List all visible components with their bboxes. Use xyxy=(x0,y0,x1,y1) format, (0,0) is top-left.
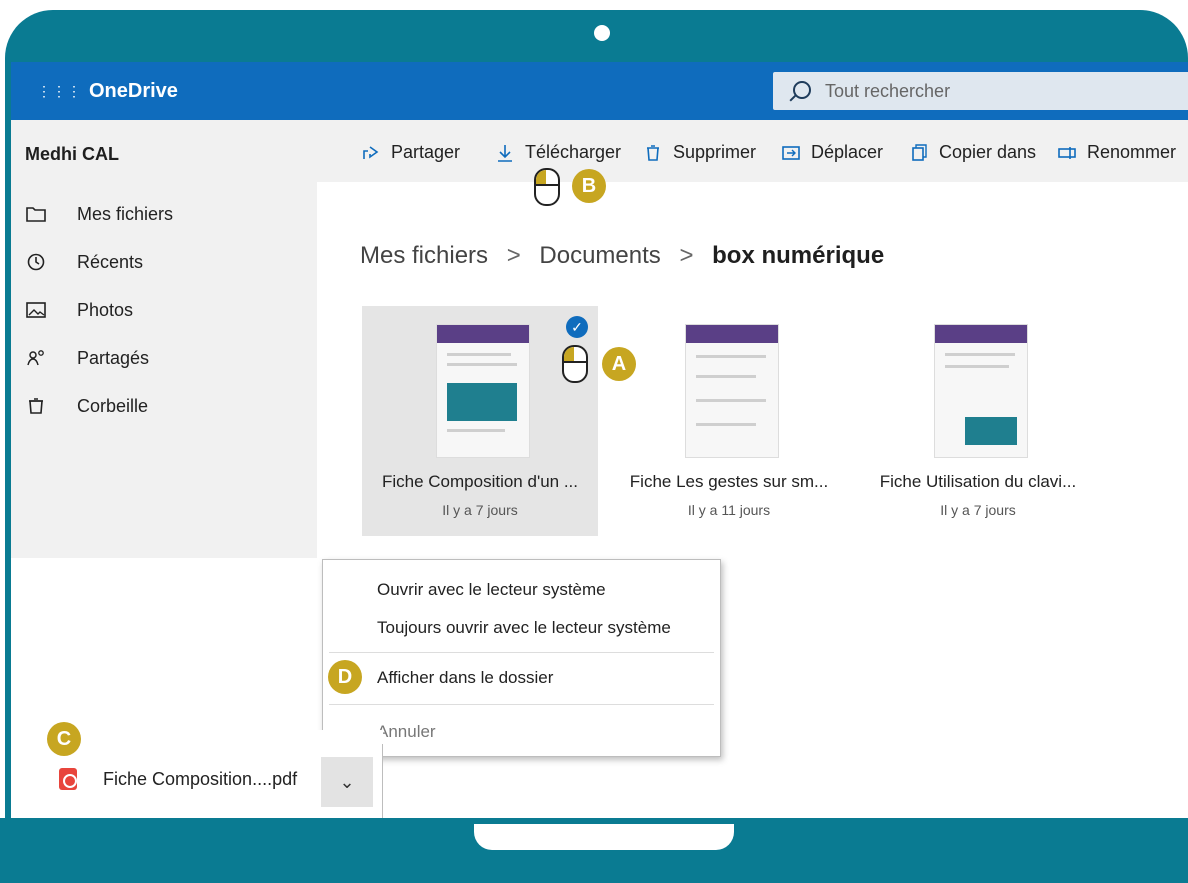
search-box[interactable]: Tout rechercher xyxy=(773,72,1188,110)
delete-button[interactable]: Supprimer xyxy=(643,142,756,163)
menu-cancel[interactable]: Annuler xyxy=(377,722,436,742)
sidebar-item-corbeille[interactable]: Corbeille xyxy=(11,382,317,430)
delete-label: Supprimer xyxy=(673,142,757,162)
thumbnail-header xyxy=(686,325,778,343)
laptop-notch xyxy=(474,824,734,850)
thumbnail-line xyxy=(945,365,1009,368)
download-label: Télécharger xyxy=(525,142,622,162)
menu-show-in-folder[interactable]: Afficher dans le dossier xyxy=(377,668,553,688)
thumbnail-block xyxy=(447,383,517,421)
thumbnail-line xyxy=(696,423,756,426)
sidebar-item-label: Corbeille xyxy=(77,395,149,416)
breadcrumb-item[interactable]: Mes fichiers xyxy=(360,242,488,269)
laptop-frame: ⋮⋮⋮ OneDrive Tout rechercher Medhi CAL M… xyxy=(0,0,1188,883)
checkmark-icon[interactable]: ✓ xyxy=(566,316,588,338)
image-icon xyxy=(25,300,47,320)
breadcrumb-separator: > xyxy=(679,242,694,269)
thumbnail-line xyxy=(945,353,1015,356)
share-icon xyxy=(361,144,383,162)
sidebar-item-mes-fichiers[interactable]: Mes fichiers xyxy=(11,190,317,238)
share-button[interactable]: Partager xyxy=(361,142,460,163)
downloaded-file-name: Fiche Composition....pdf xyxy=(103,768,298,789)
rename-icon xyxy=(1057,144,1079,162)
search-icon xyxy=(793,81,811,99)
download-options-button[interactable]: ⌄ xyxy=(321,757,373,807)
file-date: Il y a 11 jours xyxy=(687,502,771,518)
app-launcher-icon[interactable]: ⋮⋮⋮ xyxy=(37,82,81,100)
user-name: Medhi CAL xyxy=(25,144,119,164)
menu-open-system[interactable]: Ouvrir avec le lecteur système xyxy=(377,580,606,600)
camera-dot xyxy=(594,25,610,41)
badge-c: C xyxy=(47,722,81,756)
file-tile[interactable]: Fiche Les gestes sur sm... Il y a 11 jou… xyxy=(611,306,847,536)
breadcrumb-separator: > xyxy=(506,242,521,269)
thumbnail-line xyxy=(696,375,756,378)
sidebar-item-recents[interactable]: Récents xyxy=(11,238,317,286)
move-button[interactable]: Déplacer xyxy=(781,142,883,163)
sidebar-item-label: Partagés xyxy=(77,347,150,368)
delete-icon xyxy=(643,144,665,162)
pdf-icon xyxy=(59,768,77,790)
thumbnail-header xyxy=(437,325,529,343)
move-icon xyxy=(781,144,803,162)
rename-label: Renommer xyxy=(1087,142,1177,162)
file-name: Fiche Les gestes sur sm... xyxy=(629,472,829,491)
topbar: ⋮⋮⋮ OneDrive Tout rechercher xyxy=(11,62,1188,120)
thumbnail-line xyxy=(447,353,511,356)
people-icon xyxy=(25,348,47,368)
command-bar: Partager Télécharger Supprimer Déplacer … xyxy=(317,120,1188,182)
badge-a: A xyxy=(602,347,636,381)
breadcrumb-item[interactable]: Documents xyxy=(539,242,660,269)
sidebar-item-photos[interactable]: Photos xyxy=(11,286,317,334)
file-tile[interactable]: Fiche Utilisation du clavi... Il y a 7 j… xyxy=(860,306,1096,536)
thumbnail-block xyxy=(965,417,1017,445)
downloaded-file[interactable]: Fiche Composition....pdf xyxy=(59,768,297,790)
copy-label: Copier dans xyxy=(939,142,1037,162)
copy-button[interactable]: Copier dans xyxy=(909,142,1036,163)
menu-separator xyxy=(329,652,714,653)
thumbnail-line xyxy=(447,363,517,366)
file-name: Fiche Composition d'un ... xyxy=(381,472,578,491)
file-name: Fiche Utilisation du clavi... xyxy=(879,472,1077,491)
left-click-mouse-icon xyxy=(562,345,588,383)
left-click-mouse-icon xyxy=(534,168,560,206)
file-thumbnail xyxy=(934,324,1028,458)
thumbnail-line xyxy=(447,429,505,432)
breadcrumb-current: box numérique xyxy=(712,242,885,269)
thumbnail-line xyxy=(696,399,766,402)
thumbnail-line xyxy=(696,355,766,358)
chevron-down-icon: ⌄ xyxy=(339,771,355,792)
sidebar: Medhi CAL Mes fichiers Récents Photos Pa… xyxy=(11,120,317,558)
download-context-menu: Ouvrir avec le lecteur système Toujours … xyxy=(322,559,721,757)
sidebar-item-label: Photos xyxy=(77,299,134,320)
file-thumbnail xyxy=(436,324,530,458)
sidebar-item-label: Récents xyxy=(77,251,144,272)
menu-always-open-system[interactable]: Toujours ouvrir avec le lecteur système xyxy=(377,618,671,638)
clock-icon xyxy=(25,252,47,272)
breadcrumb: Mes fichiers > Documents > box numérique xyxy=(360,242,884,270)
thumbnail-header xyxy=(935,325,1027,343)
download-bar-divider xyxy=(382,744,383,818)
menu-separator xyxy=(329,704,714,705)
file-date: Il y a 7 jours xyxy=(940,502,1016,518)
download-icon xyxy=(495,144,517,162)
brand-title[interactable]: OneDrive xyxy=(89,80,178,103)
rename-button[interactable]: Renommer xyxy=(1057,142,1176,163)
trash-icon xyxy=(25,396,47,416)
search-placeholder: Tout rechercher xyxy=(825,81,951,101)
folder-icon xyxy=(25,204,47,224)
file-tile[interactable]: ✓ Fiche Composition d'un ... Il y a 7 jo… xyxy=(362,306,598,536)
sidebar-item-label: Mes fichiers xyxy=(77,203,174,224)
sidebar-nav: Mes fichiers Récents Photos Partagés Cor… xyxy=(11,190,317,430)
download-button[interactable]: Télécharger xyxy=(495,142,621,163)
copy-icon xyxy=(909,143,931,162)
badge-d: D xyxy=(328,660,362,694)
badge-b: B xyxy=(572,169,606,203)
sidebar-item-partages[interactable]: Partagés xyxy=(11,334,317,382)
file-thumbnail xyxy=(685,324,779,458)
share-label: Partager xyxy=(391,142,461,162)
file-date: Il y a 7 jours xyxy=(442,502,518,518)
move-label: Déplacer xyxy=(811,142,884,162)
